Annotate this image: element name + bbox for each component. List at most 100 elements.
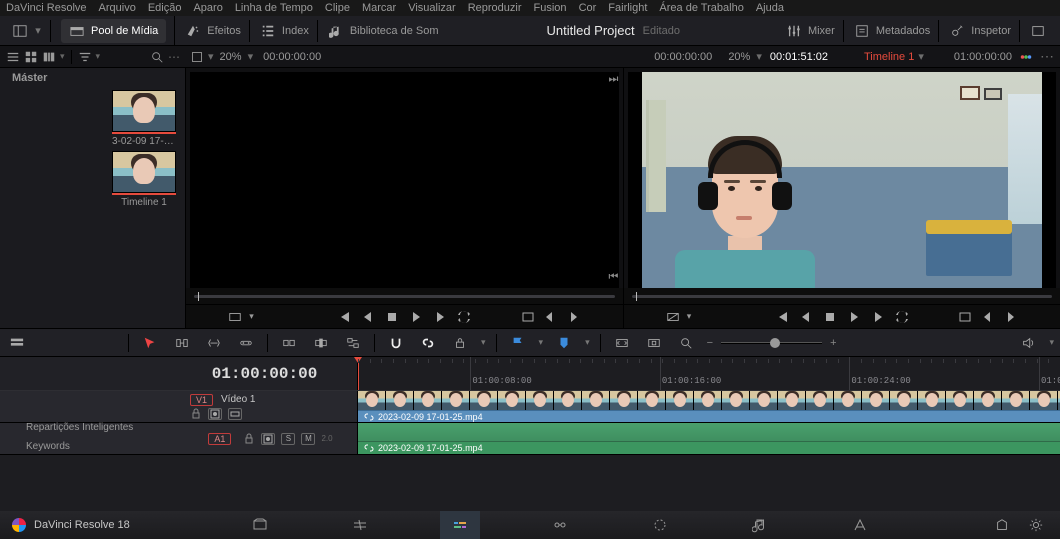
mark-in-icon[interactable]: [519, 308, 536, 326]
insert-icon[interactable]: [278, 333, 300, 353]
mixer-button[interactable]: Mixer: [786, 23, 835, 39]
media-page-button[interactable]: [240, 511, 280, 539]
custom-zoom-icon[interactable]: [675, 333, 697, 353]
selection-tool-icon[interactable]: [139, 333, 161, 353]
audio-monitor-icon[interactable]: [1017, 333, 1039, 353]
chevron-down-icon[interactable]: ▾: [481, 337, 486, 348]
project-manager-icon[interactable]: [994, 517, 1010, 533]
marker-icon[interactable]: [553, 333, 575, 353]
edit-page-button[interactable]: [440, 511, 480, 539]
trim-tool-icon[interactable]: [171, 333, 193, 353]
overwrite-icon[interactable]: [310, 333, 332, 353]
menu-item[interactable]: Ajuda: [756, 2, 784, 14]
video-track-badge[interactable]: V1: [190, 394, 213, 406]
chevron-down-icon[interactable]: ▾: [756, 50, 762, 63]
effects-button[interactable]: Efeitos: [185, 23, 241, 39]
active-timeline-name[interactable]: Timeline 1: [864, 51, 914, 63]
inspector-button[interactable]: Inspetor: [949, 23, 1011, 39]
metadata-button[interactable]: Metadados: [854, 23, 930, 39]
snapping-icon[interactable]: [385, 333, 407, 353]
search-icon[interactable]: [150, 50, 164, 64]
project-settings-icon[interactable]: [1028, 517, 1044, 533]
sound-library-button[interactable]: Biblioteca de Som: [328, 23, 439, 39]
mark-in-icon[interactable]: [957, 308, 974, 326]
go-out-button[interactable]: [565, 308, 582, 326]
media-pool-button[interactable]: Pool de Mídia: [61, 19, 166, 43]
loop-button[interactable]: [453, 308, 475, 326]
media-clip[interactable]: 3-02-09 17-01-: [112, 90, 176, 147]
chevron-down-icon[interactable]: ▾: [585, 337, 590, 348]
color-dots-icon[interactable]: [1018, 49, 1034, 65]
dynamic-trim-icon[interactable]: [203, 333, 225, 353]
chevron-down-icon[interactable]: ▾: [248, 50, 254, 63]
bypass-icon[interactable]: [665, 309, 681, 325]
stop-button[interactable]: [381, 308, 403, 326]
auto-select-icon[interactable]: [261, 433, 275, 445]
layout-icon[interactable]: [12, 23, 28, 39]
zoom-out-icon[interactable]: −: [707, 337, 713, 349]
step-forward-button[interactable]: [867, 308, 889, 326]
zoom-slider[interactable]: − +: [707, 337, 837, 349]
chevron-down-icon[interactable]: ▾: [60, 51, 65, 62]
program-scrubber[interactable]: [632, 295, 1053, 298]
source-canvas[interactable]: [190, 72, 619, 288]
source-zoom[interactable]: 20%: [220, 51, 242, 63]
chevron-down-icon[interactable]: ▾: [687, 311, 692, 322]
go-in-button[interactable]: [542, 308, 559, 326]
audio-track-badge[interactable]: A1: [208, 433, 231, 445]
timeline-view-options-icon[interactable]: [6, 333, 28, 353]
chevron-down-icon[interactable]: ▾: [96, 51, 101, 62]
menu-item[interactable]: Cor: [579, 2, 597, 14]
linked-selection-icon[interactable]: [417, 333, 439, 353]
lock-icon[interactable]: [243, 433, 255, 445]
menu-item[interactable]: Arquivo: [99, 2, 136, 14]
menu-item[interactable]: Clipe: [325, 2, 350, 14]
menu-item[interactable]: DaVinci Resolve: [6, 2, 87, 14]
loop-button[interactable]: [891, 308, 913, 326]
index-button[interactable]: Index: [260, 23, 309, 39]
match-frame-icon[interactable]: [227, 309, 243, 325]
menu-item[interactable]: Fairlight: [608, 2, 647, 14]
detail-zoom-icon[interactable]: [643, 333, 665, 353]
track-enable-icon[interactable]: [228, 408, 242, 420]
replace-icon[interactable]: [342, 333, 364, 353]
menu-item[interactable]: Aparo: [193, 2, 222, 14]
chevron-down-icon[interactable]: ▾: [249, 311, 254, 322]
menu-item[interactable]: Visualizar: [408, 2, 456, 14]
chevron-down-icon[interactable]: ▾: [914, 50, 928, 63]
stop-button[interactable]: [819, 308, 841, 326]
cut-page-button[interactable]: [340, 511, 380, 539]
menu-item[interactable]: Fusion: [534, 2, 567, 14]
step-forward-icon[interactable]: ⏭: [607, 72, 621, 86]
solo-button[interactable]: S: [281, 433, 295, 445]
go-out-button[interactable]: [1002, 308, 1019, 326]
menu-dots-icon[interactable]: ⋯: [168, 50, 180, 64]
step-back-button[interactable]: [357, 308, 379, 326]
step-back-button[interactable]: [795, 308, 817, 326]
lock-icon[interactable]: [190, 408, 202, 420]
timeline-ruler[interactable]: 01:00:08:0001:00:16:0001:00:24:0001:0: [358, 357, 1060, 390]
menu-item[interactable]: Reproduzir: [468, 2, 522, 14]
media-timeline[interactable]: Timeline 1: [112, 151, 176, 208]
menu-dots-icon[interactable]: ⋯: [1034, 48, 1054, 65]
chevron-down-icon[interactable]: ▾: [1049, 337, 1054, 348]
menu-item[interactable]: Área de Trabalho: [659, 2, 743, 14]
step-back-icon[interactable]: ⏮: [607, 270, 621, 284]
strip-view-icon[interactable]: [42, 50, 56, 64]
source-scrubber[interactable]: [194, 295, 615, 298]
auto-select-icon[interactable]: [208, 408, 222, 420]
menu-item[interactable]: Linha de Tempo: [235, 2, 313, 14]
chevron-down-icon[interactable]: ▾: [34, 23, 42, 39]
program-canvas[interactable]: [628, 72, 1057, 288]
menu-item[interactable]: Edição: [148, 2, 182, 14]
smart-bins-label[interactable]: Repartições Inteligentes: [0, 418, 186, 437]
position-lock-icon[interactable]: [449, 333, 471, 353]
audio-clip[interactable]: 2023-02-09 17-01-25.mp4: [358, 423, 1060, 454]
blade-tool-icon[interactable]: [235, 333, 257, 353]
list-view-icon[interactable]: [6, 50, 20, 64]
color-page-button[interactable]: [640, 511, 680, 539]
thumb-view-icon[interactable]: [24, 50, 38, 64]
play-button[interactable]: [405, 308, 427, 326]
chevron-down-icon[interactable]: ▾: [208, 50, 214, 63]
mute-button[interactable]: M: [301, 433, 315, 445]
